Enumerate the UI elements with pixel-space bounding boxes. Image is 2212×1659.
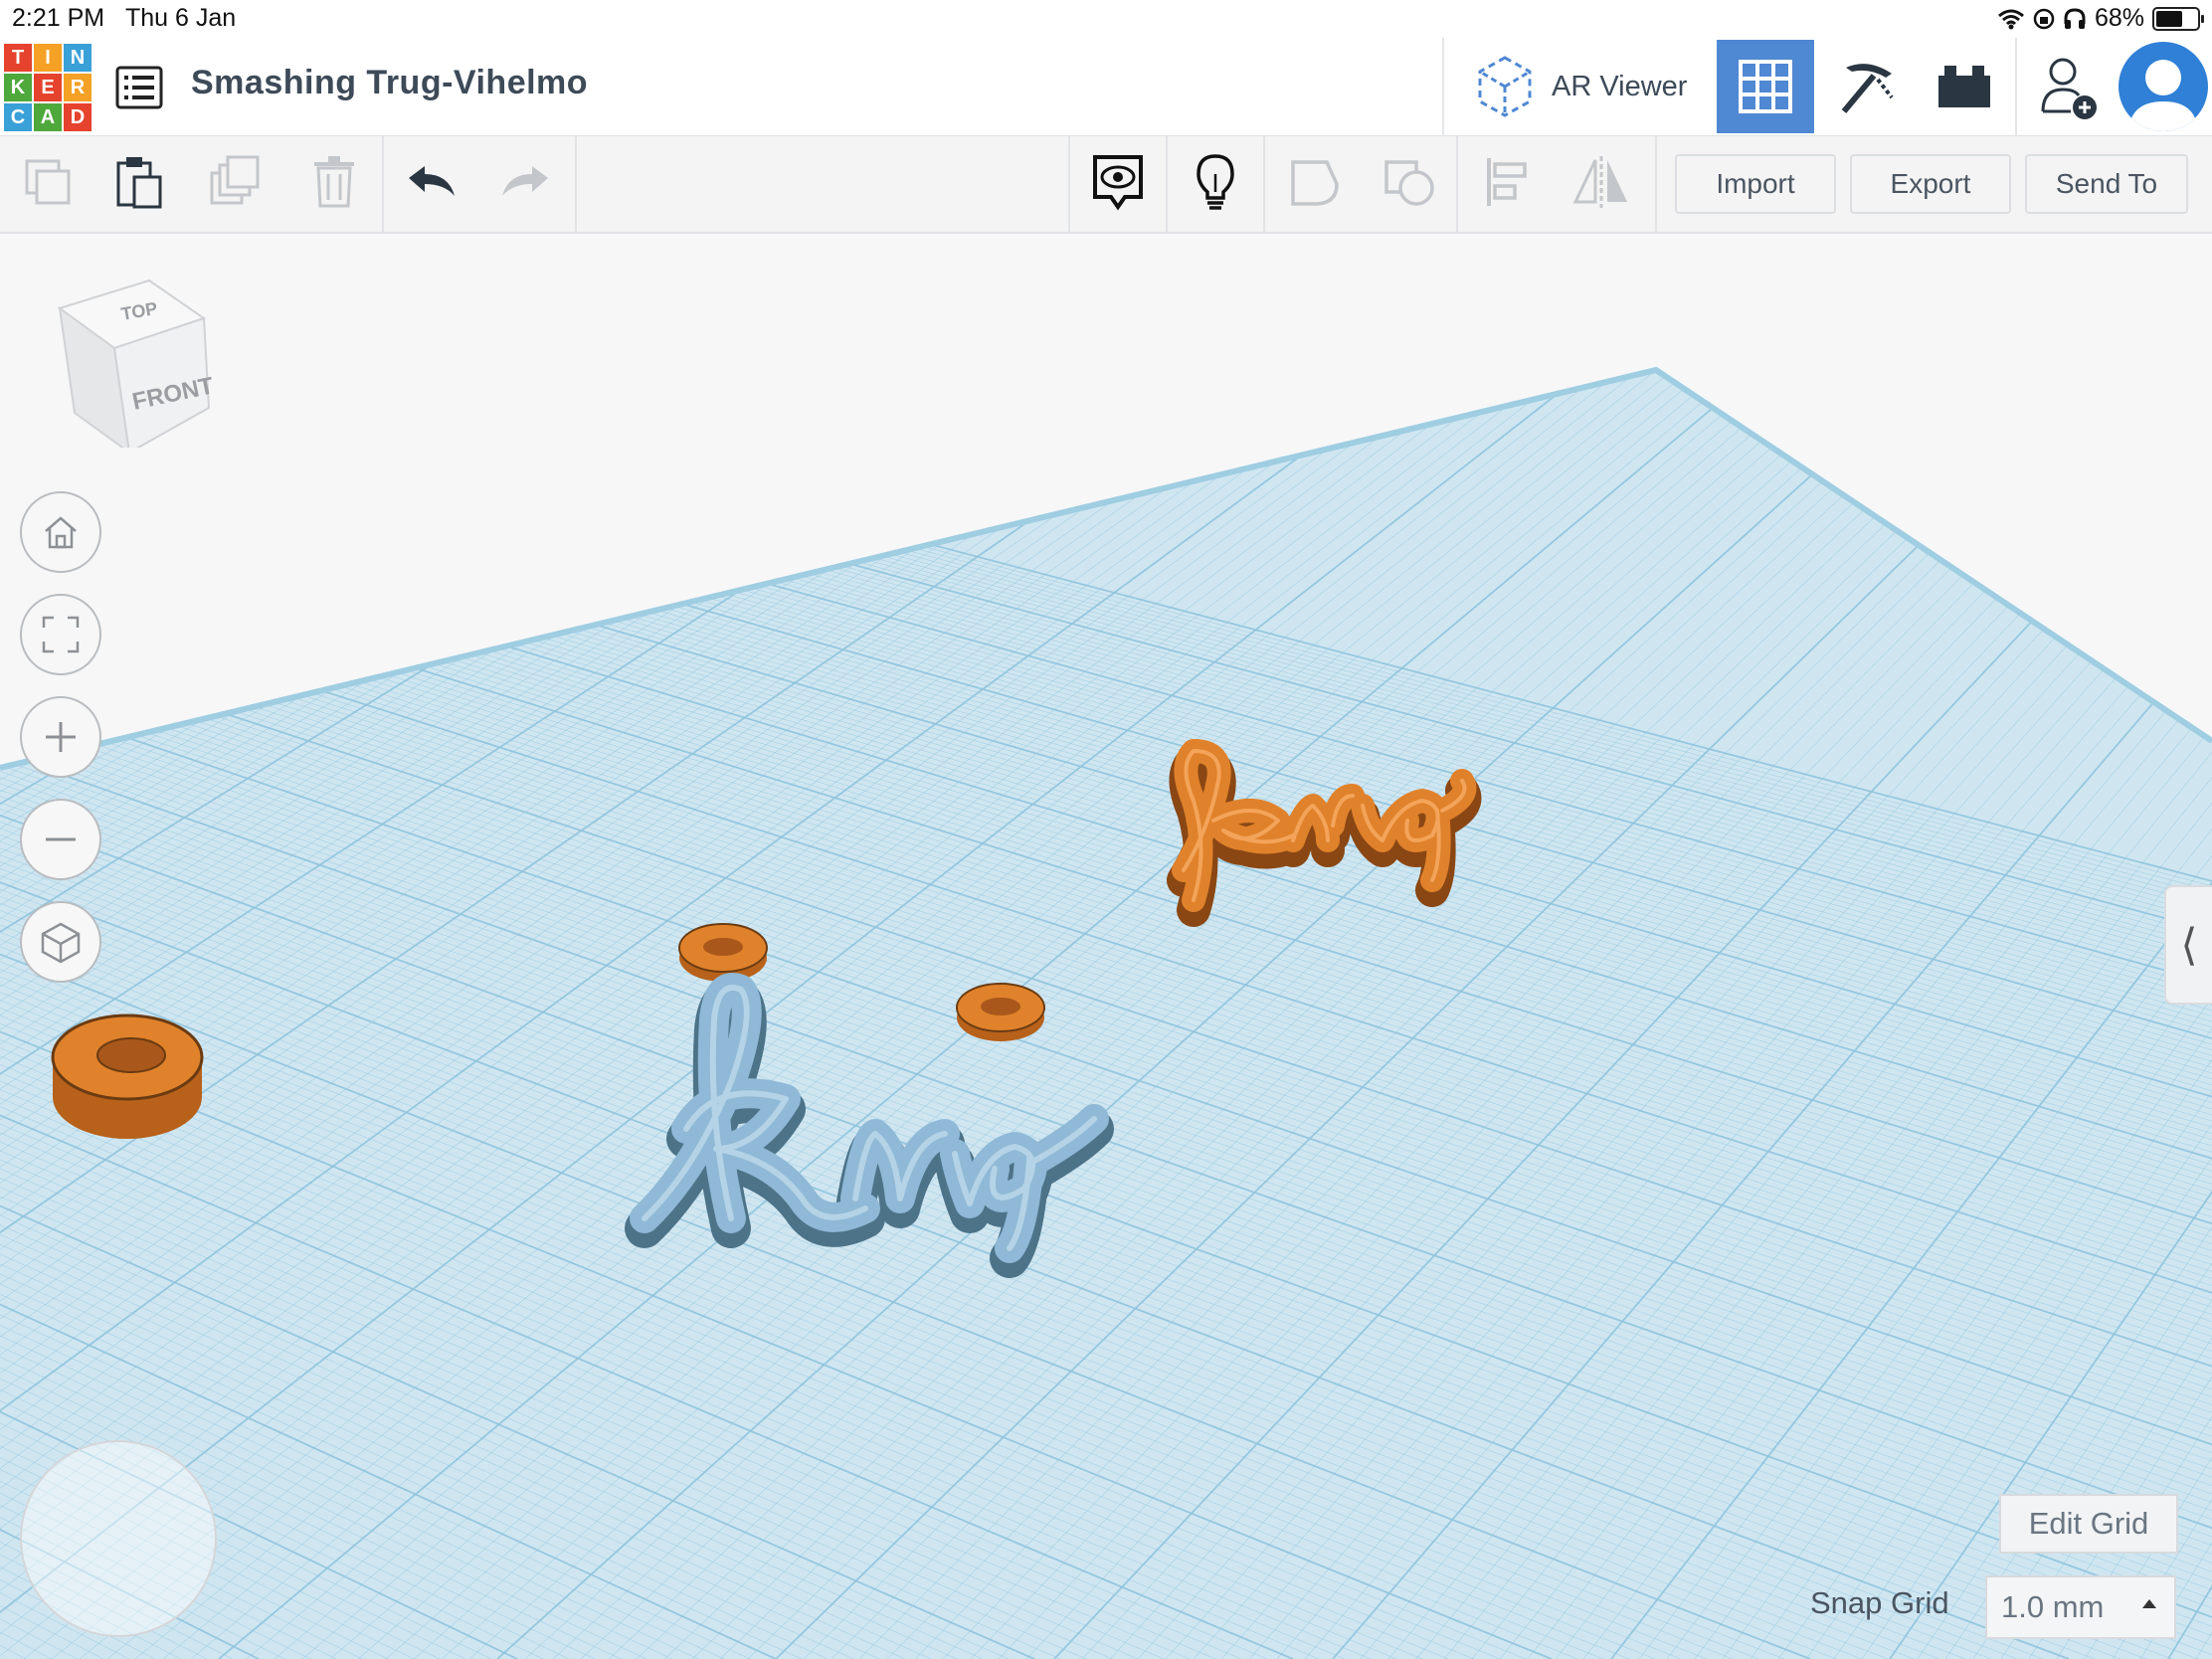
ar-viewer-label: AR Viewer	[1552, 70, 1688, 102]
pan-joystick[interactable]	[20, 1440, 217, 1637]
logo-letter: A	[34, 103, 62, 131]
toolbar-divider	[1068, 136, 1070, 232]
home-view-button[interactable]	[20, 491, 101, 573]
undo-button[interactable]	[400, 150, 463, 214]
redo-icon	[502, 166, 548, 196]
bricks-view-button[interactable]	[1916, 38, 2013, 135]
blocks-view-button[interactable]	[1818, 38, 1916, 135]
perspective-cube-icon	[41, 922, 81, 964]
undo-icon	[409, 166, 455, 196]
group-button[interactable]	[1283, 150, 1347, 214]
ar-viewer-button[interactable]: AR Viewer	[1444, 38, 1713, 135]
mirror-icon	[1572, 156, 1627, 208]
status-bar: 2:21 PM Thu 6 Jan 68%	[0, 0, 2212, 38]
design-title[interactable]: Smashing Trug-Vihelmo	[191, 64, 588, 102]
tinkercad-logo[interactable]: TIN KER CAD	[4, 44, 92, 131]
user-avatar[interactable]	[2119, 42, 2208, 131]
snap-grid-value: 1.0 mm	[2001, 1589, 2105, 1624]
copy-button[interactable]	[16, 150, 80, 214]
toolbar-divider	[1655, 136, 1657, 232]
logo-letter: T	[4, 44, 32, 72]
logo-letter: C	[4, 103, 32, 131]
fit-view-icon	[42, 616, 80, 653]
zoom-in-button[interactable]	[20, 696, 101, 778]
export-button[interactable]: Export	[1850, 154, 2011, 214]
grid-view-icon	[1739, 60, 1792, 113]
status-time: 2:21 PM	[12, 4, 105, 32]
duplicate-icon	[210, 155, 260, 205]
import-button[interactable]: Import	[1675, 154, 1836, 214]
snap-grid-select[interactable]: 1.0 mm	[1985, 1575, 2176, 1639]
ungroup-icon	[1384, 160, 1434, 206]
snap-grid-label: Snap Grid	[1810, 1585, 1949, 1620]
duplicate-button[interactable]	[205, 150, 269, 214]
zoom-out-icon	[46, 837, 76, 841]
workplane-grid[interactable]	[0, 234, 2212, 1659]
caret-up-icon	[2142, 1599, 2156, 1608]
add-user-icon	[2041, 58, 2097, 119]
rotation-lock-icon	[2033, 8, 2055, 29]
bricks-view-icon	[1938, 66, 1990, 107]
logo-letter: E	[34, 74, 62, 101]
avatar-icon	[2128, 60, 2198, 131]
status-right: 68%	[1997, 4, 2204, 33]
view-cube[interactable]: TOP FRONT	[55, 278, 216, 456]
toolbar-divider	[382, 136, 384, 232]
zoom-in-icon	[46, 722, 76, 752]
status-date: Thu 6 Jan	[125, 4, 237, 32]
logo-letter: R	[64, 74, 92, 101]
align-button[interactable]	[1476, 150, 1540, 214]
paste-button[interactable]	[107, 150, 171, 214]
blocks-view-icon	[1841, 64, 1894, 113]
battery-fill	[2156, 10, 2182, 27]
app-header: TIN KER CAD Smashing Trug-Vihelmo AR Viewe…	[0, 38, 2212, 137]
ungroup-button[interactable]	[1379, 150, 1442, 214]
toolbar-divider	[1456, 136, 1458, 232]
edit-grid-button[interactable]: Edit Grid	[1999, 1494, 2178, 1554]
paste-icon	[116, 157, 162, 209]
lightbulb-button[interactable]	[1184, 150, 1247, 214]
wifi-icon	[1997, 9, 2024, 29]
add-user-button[interactable]	[2019, 38, 2117, 135]
logo-letter: K	[4, 74, 32, 101]
fit-view-button[interactable]	[20, 594, 101, 675]
toolbar-divider	[575, 136, 577, 232]
redo-button[interactable]	[493, 150, 557, 214]
delete-button[interactable]	[302, 150, 366, 214]
lightbulb-icon	[1197, 154, 1234, 210]
battery-percent: 68%	[2094, 4, 2144, 32]
copy-icon	[25, 159, 71, 205]
grid-view-button[interactable]	[1717, 40, 1814, 133]
logo-letter: N	[64, 44, 92, 72]
perspective-toggle-button[interactable]	[20, 901, 101, 983]
battery-icon	[2152, 6, 2204, 31]
shapes-panel-toggle[interactable]: ⟨	[2164, 885, 2212, 1005]
send-to-button[interactable]: Send To	[2025, 154, 2188, 214]
workplane-canvas[interactable]: TOP FRONT ⟨ Edit Grid Snap Grid 1.0 mm	[0, 234, 2212, 1659]
header-divider	[2015, 38, 2017, 135]
design-list-icon	[115, 66, 163, 109]
zoom-out-button[interactable]	[20, 799, 101, 880]
notes-visibility-icon	[1093, 155, 1143, 211]
design-list-button[interactable]	[109, 58, 169, 117]
toolbar: Import Export Send To	[0, 136, 2212, 234]
headphones-icon	[2064, 7, 2086, 29]
toolbar-divider	[1166, 136, 1168, 232]
align-icon	[1487, 158, 1527, 206]
ar-viewer-icon	[1478, 56, 1532, 117]
notes-visibility-button[interactable]	[1086, 150, 1150, 214]
delete-icon	[314, 156, 354, 208]
logo-letter: D	[64, 103, 92, 131]
chevron-left-icon: ⟨	[2180, 920, 2198, 970]
toolbar-divider	[1263, 136, 1265, 232]
mirror-button[interactable]	[1569, 150, 1633, 214]
group-icon	[1291, 160, 1339, 206]
logo-letter: I	[34, 44, 62, 72]
home-icon	[45, 516, 77, 549]
orange-ring[interactable]	[51, 1014, 204, 1139]
